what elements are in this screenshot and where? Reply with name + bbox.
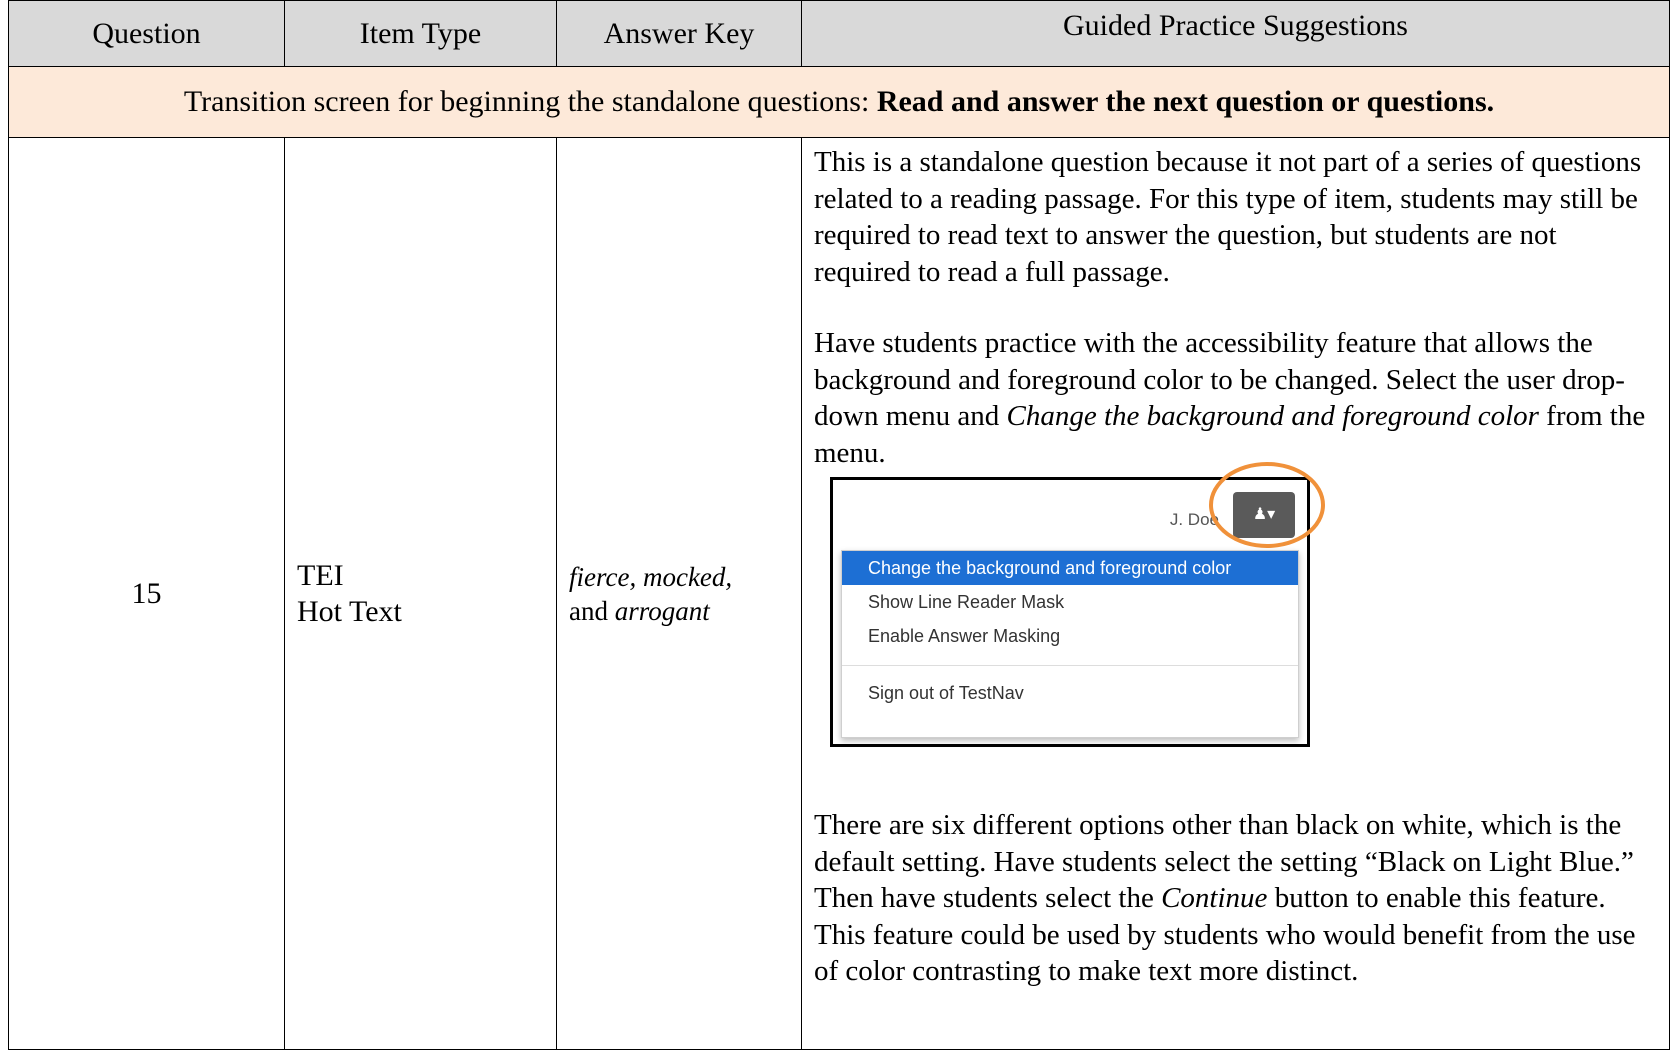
header-guided-practice: Guided Practice Suggestions <box>801 0 1670 67</box>
answer-key-words: fierce, mocked, <box>569 561 733 592</box>
menu-divider <box>842 665 1298 666</box>
guidance-paragraph-3: There are six different options other th… <box>814 807 1659 990</box>
transition-instruction: Read and answer the next question or que… <box>876 85 1495 118</box>
guidance-p3-button-name: Continue <box>1161 882 1268 914</box>
menu-item-answer-masking[interactable]: Enable Answer Masking <box>842 619 1298 653</box>
guided-practice-cell: This is a standalone question because it… <box>801 137 1670 1050</box>
item-type-category: TEI <box>297 558 344 592</box>
transition-row: Transition screen for beginning the stan… <box>8 66 1670 138</box>
guidance-paragraph-2: Have students practice with the accessib… <box>814 325 1659 471</box>
transition-prefix: Transition screen for beginning the stan… <box>183 85 877 118</box>
header-answer-key: Answer Key <box>556 0 802 67</box>
header-question: Question <box>8 0 285 67</box>
user-menu-screenshot: J. Doe ♟▾ Change the background and fore… <box>830 462 1325 747</box>
header-row: Question Item Type Answer Key Guided Pra… <box>8 0 1670 67</box>
menu-item-line-reader[interactable]: Show Line Reader Mask <box>842 585 1298 619</box>
answer-key-and: and <box>569 595 615 626</box>
question-number: 15 <box>8 137 285 1050</box>
guidance-paragraph-1: This is a standalone question because it… <box>814 146 1642 288</box>
item-type-name: Hot Text <box>297 594 402 628</box>
answer-key-last-word: arrogant <box>614 595 710 626</box>
user-dropdown-menu: Change the background and foreground col… <box>841 550 1299 738</box>
menu-item-change-colors[interactable]: Change the background and foreground col… <box>842 551 1298 585</box>
answer-key: fierce, mocked, and arrogant <box>556 137 802 1050</box>
transition-text: Transition screen for beginning the stan… <box>8 66 1670 138</box>
header-item-type: Item Type <box>284 0 557 67</box>
menu-item-sign-out[interactable]: Sign out of TestNav <box>842 676 1298 710</box>
guidance-p2-menu-item: Change the background and foreground col… <box>1006 400 1539 432</box>
item-type: TEI Hot Text <box>284 137 557 1050</box>
question-row: 15 TEI Hot Text fierce, mocked, and arro… <box>8 137 1670 1050</box>
guided-practice-table: Question Item Type Answer Key Guided Pra… <box>8 0 1670 1050</box>
highlight-circle <box>1209 462 1325 548</box>
